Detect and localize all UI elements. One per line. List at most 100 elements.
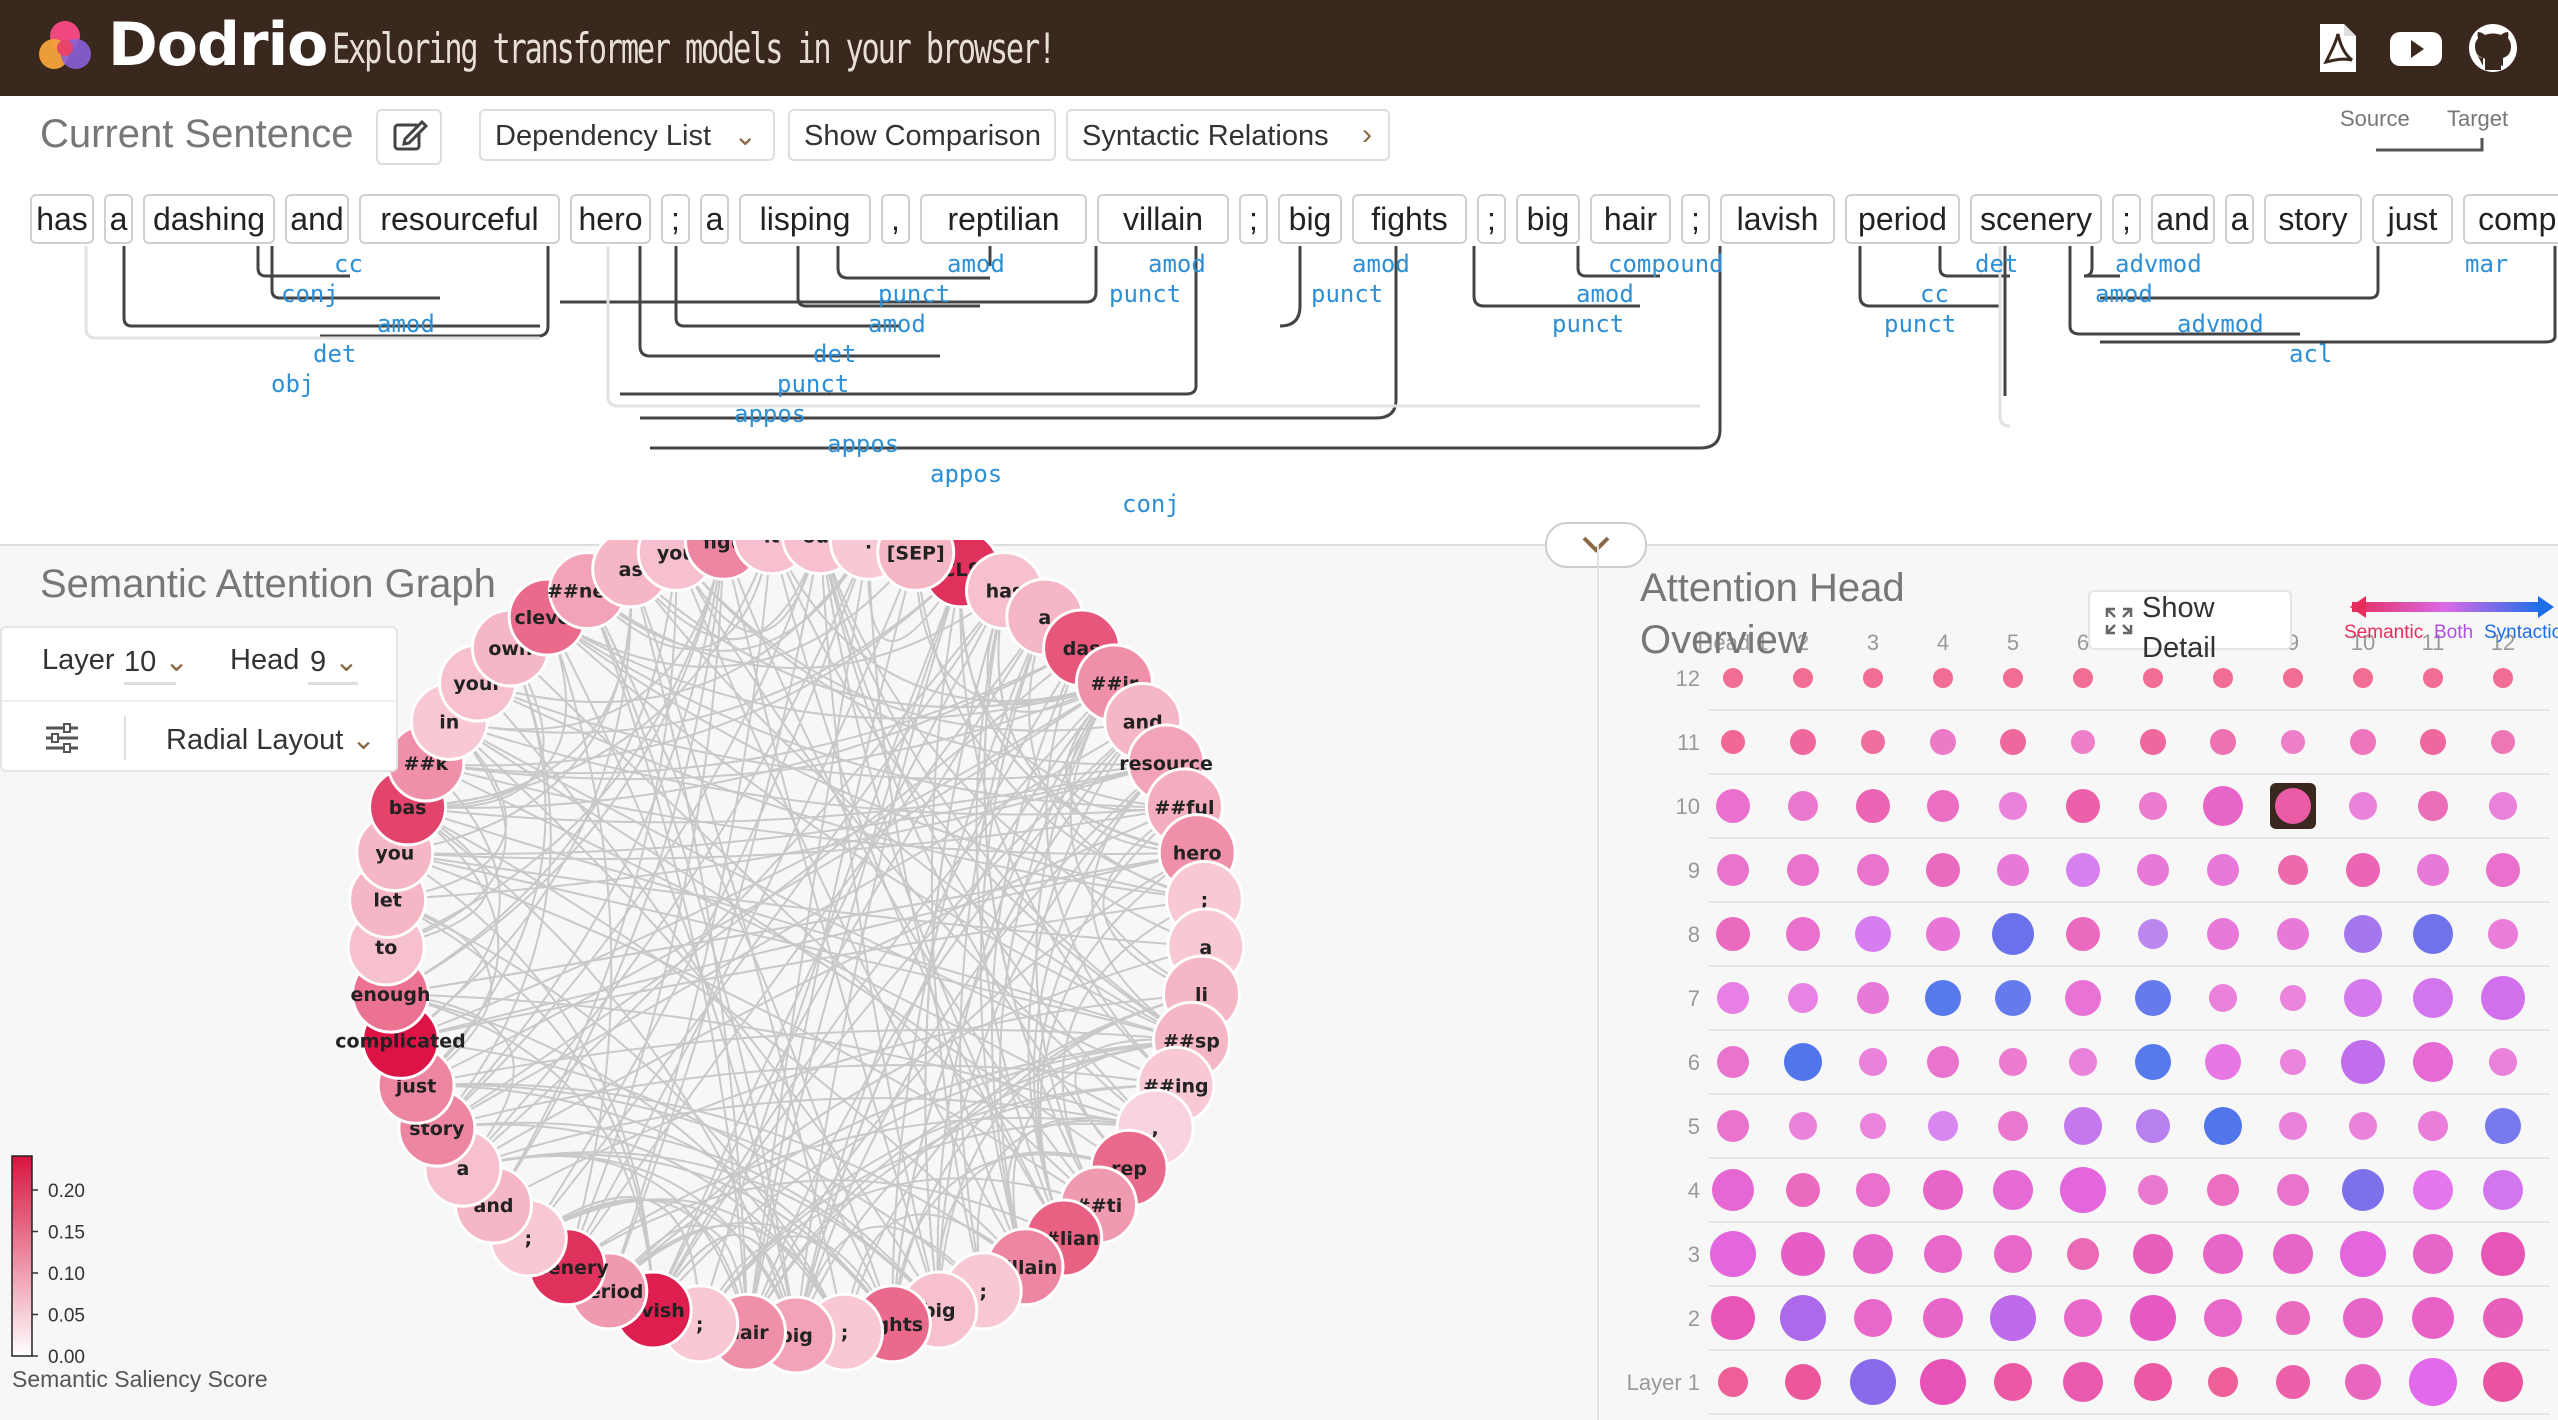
attention-head-cell[interactable] xyxy=(2344,979,2382,1017)
attention-head-cell[interactable] xyxy=(2273,1234,2313,1274)
attention-head-cell[interactable] xyxy=(2412,1297,2454,1339)
github-icon[interactable] xyxy=(2465,20,2521,76)
attention-head-cell[interactable] xyxy=(1993,1170,2033,1210)
attention-head-cell[interactable] xyxy=(1788,983,1818,1013)
attention-head-cell[interactable] xyxy=(1789,1112,1817,1140)
attention-head-cell[interactable] xyxy=(1793,668,1813,688)
attention-head-cell[interactable] xyxy=(2140,729,2166,755)
attention-head-cell[interactable] xyxy=(2205,1044,2241,1080)
attention-head-cell[interactable] xyxy=(2485,1108,2521,1144)
attention-head-cell[interactable] xyxy=(2277,1174,2309,1206)
attention-head-cell[interactable] xyxy=(1860,1113,1886,1139)
token-box[interactable]: big xyxy=(1516,194,1580,244)
attention-head-cell[interactable] xyxy=(1856,1173,1890,1207)
attention-head-cell[interactable] xyxy=(2208,1367,2238,1397)
attention-head-cell[interactable] xyxy=(2413,1234,2453,1274)
layout-select[interactable]: Radial Layout ⌄ xyxy=(166,722,376,757)
attention-head-cell[interactable] xyxy=(2203,1234,2243,1274)
attention-head-cell[interactable] xyxy=(1927,1046,1959,1078)
attention-head-cell[interactable] xyxy=(1723,668,1743,688)
attention-head-cell[interactable] xyxy=(2413,914,2453,954)
attention-head-cell[interactable] xyxy=(2136,1109,2170,1143)
token-box[interactable]: ; xyxy=(1681,194,1710,244)
attention-head-cell[interactable] xyxy=(2276,1301,2310,1335)
attention-head-cell[interactable] xyxy=(1854,1299,1892,1337)
attention-head-cell[interactable] xyxy=(1785,1364,1821,1400)
token-box[interactable]: villain xyxy=(1097,194,1229,244)
token-box[interactable]: and xyxy=(285,194,349,244)
attention-head-cell[interactable] xyxy=(2418,791,2448,821)
token-box[interactable]: period xyxy=(1845,194,1960,244)
attention-head-cell[interactable] xyxy=(1853,1234,1893,1274)
attention-head-cell[interactable] xyxy=(1930,729,1956,755)
attention-head-cell[interactable] xyxy=(2489,1048,2517,1076)
attention-head-cell[interactable] xyxy=(2209,984,2237,1012)
attention-head-cell[interactable] xyxy=(2420,729,2446,755)
attention-head-cell[interactable] xyxy=(2417,854,2449,886)
attention-head-cell[interactable] xyxy=(1925,980,1961,1016)
attention-head-cell[interactable] xyxy=(2000,729,2026,755)
attention-head-cell[interactable] xyxy=(1788,791,1818,821)
attention-head-cell[interactable] xyxy=(1784,1043,1822,1081)
attention-head-cell[interactable] xyxy=(1926,853,1960,887)
attention-head-cell[interactable] xyxy=(2060,1167,2106,1213)
attention-head-cell[interactable] xyxy=(2064,1107,2102,1145)
attention-head-cell[interactable] xyxy=(2134,1363,2172,1401)
source-target-slider[interactable] xyxy=(2372,136,2488,154)
attention-head-cell[interactable] xyxy=(1786,917,1820,951)
token-box[interactable]: lisping xyxy=(739,194,871,244)
token-box[interactable]: just xyxy=(2372,194,2453,244)
attention-head-cell[interactable] xyxy=(1781,1232,1825,1276)
attention-head-cell[interactable] xyxy=(1990,1295,2036,1341)
attention-head-cell[interactable] xyxy=(1857,854,1889,886)
attention-head-cell[interactable] xyxy=(2281,730,2305,754)
attention-head-cell[interactable] xyxy=(1856,789,1890,823)
token-box[interactable]: and xyxy=(2151,194,2215,244)
attention-head-cell[interactable] xyxy=(1717,982,1749,1014)
attention-head-cell[interactable] xyxy=(2349,1112,2377,1140)
attention-head-cell[interactable] xyxy=(1994,1363,2032,1401)
attention-head-cell[interactable] xyxy=(2204,1299,2242,1337)
attention-head-cell[interactable] xyxy=(1712,1169,1754,1211)
attention-head-cell[interactable] xyxy=(2346,853,2380,887)
attention-head-cell[interactable] xyxy=(2207,854,2239,886)
token-box[interactable]: ; xyxy=(1239,194,1268,244)
attention-head-cell[interactable] xyxy=(1924,1235,1962,1273)
attention-head-cell[interactable] xyxy=(1861,730,1885,754)
attention-head-cell[interactable] xyxy=(1999,792,2027,820)
attention-head-cell[interactable] xyxy=(2063,1362,2103,1402)
attention-head-cell[interactable] xyxy=(1920,1359,1966,1405)
attention-head-cell[interactable] xyxy=(2349,792,2377,820)
attention-head-cell[interactable] xyxy=(2350,729,2376,755)
attention-head-cell[interactable] xyxy=(1933,668,1953,688)
attention-head-cell[interactable] xyxy=(2489,792,2517,820)
attention-head-cell[interactable] xyxy=(2280,985,2306,1011)
attention-head-cell[interactable] xyxy=(2483,1362,2523,1402)
attention-head-cell[interactable] xyxy=(1859,1048,1887,1076)
token-box[interactable]: lavish xyxy=(1720,194,1835,244)
attention-head-cell[interactable] xyxy=(1786,1173,1820,1207)
attention-head-cell[interactable] xyxy=(2491,730,2515,754)
attention-head-cell[interactable] xyxy=(2135,980,2171,1016)
token-box[interactable]: hero xyxy=(570,194,651,244)
attention-head-cell[interactable] xyxy=(2279,1112,2307,1140)
attention-head-cell[interactable] xyxy=(1716,789,1750,823)
attention-head-cell[interactable] xyxy=(2066,853,2100,887)
attention-head-cell[interactable] xyxy=(2488,919,2518,949)
attention-head-cell[interactable] xyxy=(1927,790,1959,822)
attention-head-cell[interactable] xyxy=(1998,1111,2028,1141)
attention-head-cell[interactable] xyxy=(1997,854,2029,886)
attention-head-cell[interactable] xyxy=(2210,729,2236,755)
attention-head-cell[interactable] xyxy=(1995,980,2031,1016)
token-box[interactable]: a xyxy=(700,194,729,244)
token-box[interactable]: fights xyxy=(1352,194,1467,244)
attention-head-cell[interactable] xyxy=(2280,1049,2306,1075)
attention-head-cell[interactable] xyxy=(2137,854,2169,886)
token-box[interactable]: a xyxy=(2225,194,2254,244)
attention-head-cell[interactable] xyxy=(1717,854,1749,886)
token-box[interactable]: has xyxy=(30,194,94,244)
attention-head-cell[interactable] xyxy=(2340,1231,2386,1277)
syntactic-relations-button[interactable]: Syntactic Relations › xyxy=(1066,109,1390,161)
token-box[interactable]: dashing xyxy=(143,194,275,244)
attention-head-cell[interactable] xyxy=(2138,1175,2168,1205)
